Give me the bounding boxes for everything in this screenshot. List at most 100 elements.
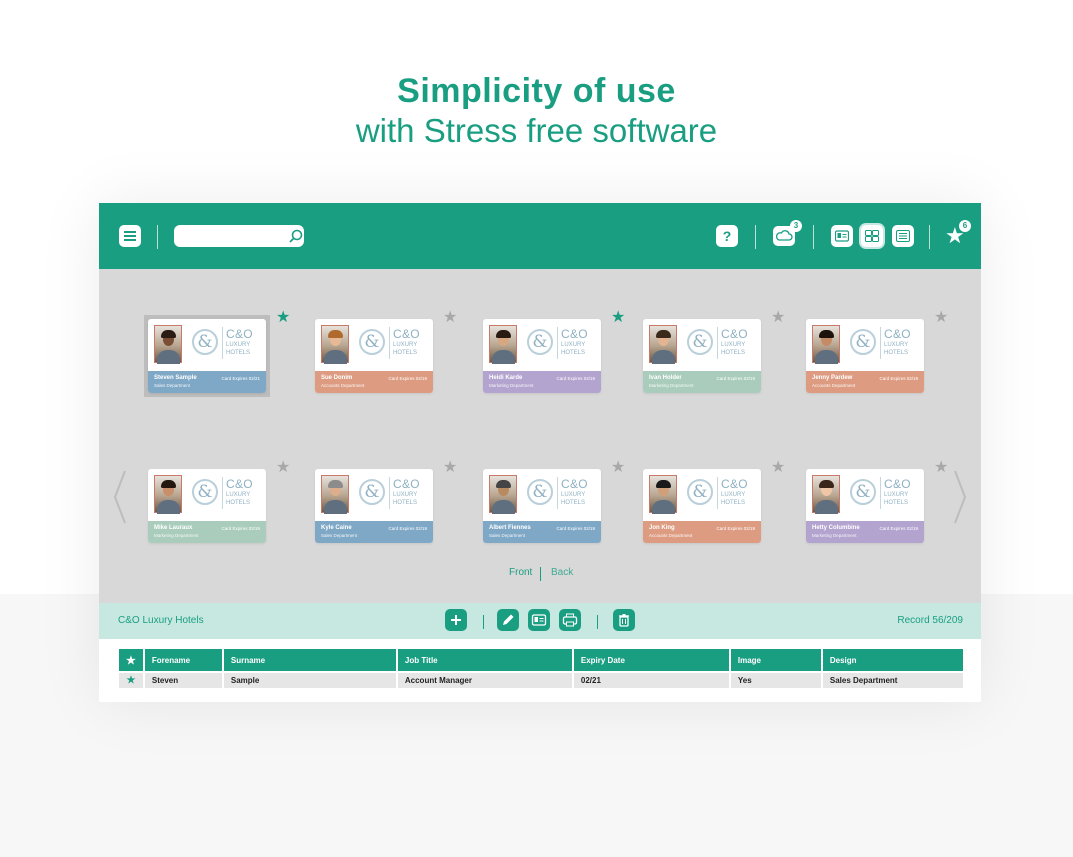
help-button[interactable]: ? [716, 225, 738, 247]
card-expiry: Card Expires 02/19 [556, 526, 595, 531]
column-header-job-title[interactable]: Job Title [397, 649, 572, 671]
forename-cell[interactable]: Steven [144, 673, 222, 688]
surname-cell[interactable]: Sample [223, 673, 396, 688]
favorite-star-icon[interactable]: ★ [771, 460, 785, 476]
search-input[interactable] [174, 225, 304, 247]
logo-line2-text: LUXURY [884, 492, 909, 498]
card-department: Accounts Department [812, 383, 856, 388]
app-window: ? 3 ★ 6 & C&O LUXURY HOTELS Steven Sample Sal… [99, 203, 981, 702]
favorite-star-icon[interactable]: ★ [611, 310, 625, 326]
card-face[interactable]: & C&O LUXURY HOTELS Jon King Accounts Departm… [643, 469, 761, 543]
id-card[interactable]: & C&O LUXURY HOTELS Ivan Holder Marketing Dep… [639, 315, 765, 397]
id-card[interactable]: & C&O LUXURY HOTELS Jon King Accounts Departm… [639, 465, 765, 547]
photo-shoulders [652, 500, 675, 514]
hotel-logo: & C&O LUXURY HOTELS [359, 477, 429, 511]
logo-divider [222, 477, 223, 509]
grid-view-button[interactable] [861, 225, 883, 247]
id-card[interactable]: & C&O LUXURY HOTELS Steven Sample Sales Depar… [144, 315, 270, 397]
card-holder-name: Ivan Holder [649, 375, 682, 381]
photo [489, 325, 517, 364]
card-face[interactable]: & C&O LUXURY HOTELS Mike Lauraux Marketing De… [148, 469, 266, 543]
logo-line2-text: LUXURY [721, 492, 746, 498]
database-title: C&O Luxury Hotels [118, 615, 204, 626]
favorite-star-icon[interactable]: ★ [276, 310, 290, 326]
card-face[interactable]: & C&O LUXURY HOTELS Jenny Pardew Accounts Dep… [806, 319, 924, 393]
logo-line2-text: LUXURY [721, 342, 746, 348]
id-card[interactable]: & C&O LUXURY HOTELS Hetty Columbine Marketing… [802, 465, 928, 547]
column-header-forename[interactable]: Forename [144, 649, 222, 671]
card-face[interactable]: & C&O LUXURY HOTELS Heidi Karde Marketing Dep… [483, 319, 601, 393]
id-card[interactable]: & C&O LUXURY HOTELS Sue Donim Accounts Depart… [311, 315, 437, 397]
card-expiry: Card Expires 02/19 [221, 526, 260, 531]
logo-line2: LUXURY HOTELS [721, 341, 745, 357]
id-card[interactable]: & C&O LUXURY HOTELS Jenny Pardew Accounts Dep… [802, 315, 928, 397]
logo-line1: C&O [393, 327, 420, 341]
search-icon[interactable] [288, 228, 304, 244]
card-expiry: Card Expires 02/19 [388, 376, 427, 381]
hamburger-menu-icon[interactable] [119, 225, 141, 247]
favorite-star-icon[interactable]: ★ [276, 460, 290, 476]
card-face[interactable]: & C&O LUXURY HOTELS Steven Sample Sales Depar… [148, 319, 266, 393]
card-face[interactable]: & C&O LUXURY HOTELS Hetty Columbine Marketing… [806, 469, 924, 543]
favorite-star-icon[interactable]: ★ [934, 460, 948, 476]
logo-divider [389, 477, 390, 509]
records-table: ★ Forename Surname Job Title Expiry Date… [117, 649, 965, 688]
card-expiry: Card Expires 02/19 [556, 376, 595, 381]
logo-monogram: & [192, 479, 218, 505]
id-card[interactable]: & C&O LUXURY HOTELS Kyle Caine Sales Departme… [311, 465, 437, 547]
logo-monogram: & [687, 329, 713, 355]
id-card[interactable]: & C&O LUXURY HOTELS Albert Fiennes Sales Depa… [479, 465, 605, 547]
id-card[interactable]: & C&O LUXURY HOTELS Mike Lauraux Marketing De… [144, 465, 270, 547]
column-header-image[interactable]: Image [730, 649, 821, 671]
logo-line3-text: HOTELS [226, 500, 251, 506]
favorite-star-icon[interactable]: ★ [934, 310, 948, 326]
hotel-logo: & C&O LUXURY HOTELS [527, 327, 597, 361]
logo-monogram: & [359, 479, 385, 505]
chevron-left-icon[interactable] [113, 469, 127, 525]
delete-icon[interactable] [613, 609, 635, 631]
photo-shoulders [492, 500, 515, 514]
logo-line1: C&O [721, 327, 748, 341]
single-card-view-button[interactable] [831, 225, 853, 247]
card-face[interactable]: & C&O LUXURY HOTELS Ivan Holder Marketing Dep… [643, 319, 761, 393]
print-icon[interactable] [559, 609, 581, 631]
column-header-expiry-date[interactable]: Expiry Date [573, 649, 729, 671]
card-holder-name: Albert Fiennes [489, 525, 531, 531]
card-view-icon[interactable] [528, 609, 550, 631]
favorite-star-icon[interactable]: ★ [611, 460, 625, 476]
favorite-star-icon[interactable]: ★ [771, 310, 785, 326]
edit-icon[interactable] [497, 609, 519, 631]
logo-line3-text: HOTELS [561, 350, 586, 356]
card-expiry: Card Expires 02/19 [716, 376, 755, 381]
add-icon[interactable] [445, 609, 467, 631]
logo-divider [557, 477, 558, 509]
id-card[interactable]: & C&O LUXURY HOTELS Heidi Karde Marketing Dep… [479, 315, 605, 397]
expiry-date-cell[interactable]: 02/21 [573, 673, 729, 688]
column-header-design[interactable]: Design [822, 649, 963, 671]
tab-back[interactable]: Back [551, 567, 573, 578]
image-cell[interactable]: Yes [730, 673, 821, 688]
top-bar: ? 3 ★ 6 [99, 203, 981, 269]
card-face[interactable]: & C&O LUXURY HOTELS Sue Donim Accounts Depart… [315, 319, 433, 393]
logo-line2: LUXURY HOTELS [884, 341, 908, 357]
list-view-button[interactable] [892, 225, 914, 247]
card-face[interactable]: & C&O LUXURY HOTELS Albert Fiennes Sales Depa… [483, 469, 601, 543]
column-header-surname[interactable]: Surname [223, 649, 396, 671]
toolbar-divider [813, 225, 814, 249]
job-title-cell[interactable]: Account Manager [397, 673, 572, 688]
photo-shoulders [157, 500, 180, 514]
card-holder-name: Heidi Karde [489, 375, 523, 381]
card-department: Marketing Department [812, 533, 857, 538]
card-face[interactable]: & C&O LUXURY HOTELS Kyle Caine Sales Departme… [315, 469, 433, 543]
photo-shoulders [157, 350, 180, 364]
logo-line2-text: LUXURY [393, 342, 418, 348]
tab-front[interactable]: Front [509, 567, 532, 578]
chevron-right-icon[interactable] [953, 469, 967, 525]
favorite-star-icon[interactable]: ★ [443, 460, 457, 476]
design-cell[interactable]: Sales Department [822, 673, 963, 688]
logo-monogram: & [359, 329, 385, 355]
column-header-favorite[interactable]: ★ [119, 649, 143, 671]
favorite-star-icon[interactable]: ★ [443, 310, 457, 326]
table-row[interactable]: ★ Steven Sample Account Manager 02/21 Ye… [119, 673, 963, 688]
favorite-cell[interactable]: ★ [119, 673, 143, 688]
